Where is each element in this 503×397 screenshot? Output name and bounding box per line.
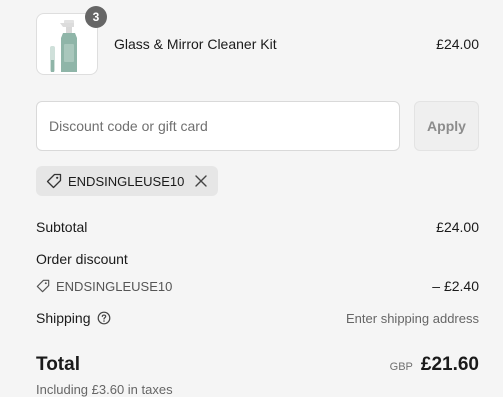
apply-discount-button[interactable]: Apply	[414, 101, 479, 151]
currency-code: GBP	[389, 361, 413, 373]
discount-value: – £2.40	[432, 278, 479, 294]
discount-form: Apply	[36, 101, 479, 151]
close-icon[interactable]	[194, 174, 208, 188]
subtotal-value: £24.00	[436, 219, 479, 235]
discount-code-input[interactable]	[36, 101, 400, 151]
total-label: Total	[36, 354, 80, 375]
subtotal-label: Subtotal	[36, 219, 88, 235]
line-item: 3 Glass & Mirror Cleaner Kit £24.00	[36, 6, 479, 76]
discount-code-row: ENDSINGLEUSE10 – £2.40	[36, 278, 479, 294]
shipping-label: Shipping	[36, 310, 91, 326]
total-amount: £21.60	[420, 354, 479, 375]
quantity-badge: 3	[85, 6, 107, 28]
order-discount-row: Order discount	[36, 251, 479, 267]
shipping-value: Enter shipping address	[346, 310, 479, 326]
applied-discount-chip: ENDSINGLEUSE10	[36, 166, 219, 196]
product-name: Glass & Mirror Cleaner Kit	[114, 36, 277, 52]
subtotal-row: Subtotal £24.00	[36, 219, 479, 235]
shipping-row: Shipping Enter shipping address	[36, 310, 479, 326]
applied-discount-code: ENDSINGLEUSE10	[68, 173, 185, 189]
tag-icon	[46, 173, 62, 189]
help-icon[interactable]	[97, 311, 111, 325]
discount-code-text: ENDSINGLEUSE10	[56, 278, 173, 294]
order-discount-label: Order discount	[36, 251, 128, 267]
product-thumbnail: 3	[36, 6, 107, 75]
tag-icon	[36, 279, 50, 293]
total-row: Total GBP £21.60	[36, 354, 479, 376]
product-price: £24.00	[436, 36, 479, 52]
